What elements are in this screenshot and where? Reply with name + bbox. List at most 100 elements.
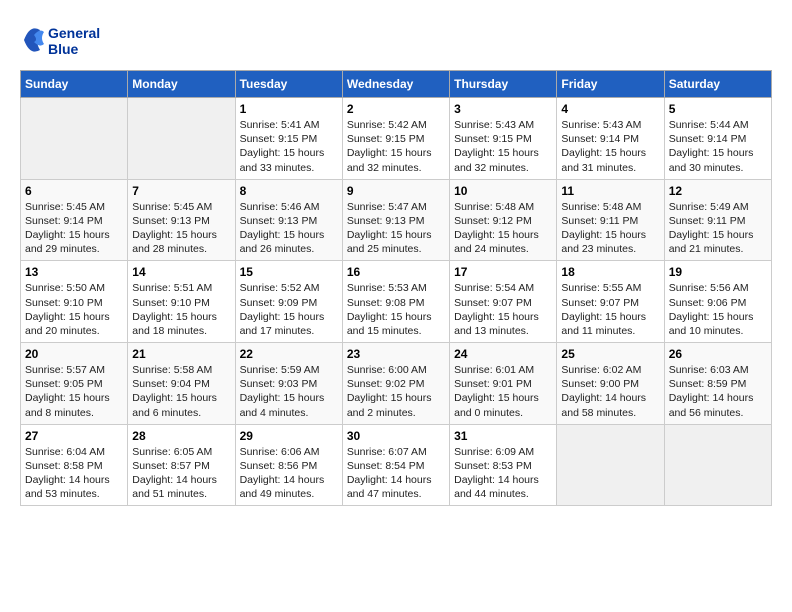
cell-sun-info: Sunrise: 5:42 AMSunset: 9:15 PMDaylight:… [347,118,445,175]
calendar-cell: 23 Sunrise: 6:00 AMSunset: 9:02 PMDayligh… [342,343,449,425]
day-number: 11 [561,184,659,198]
day-number: 16 [347,265,445,279]
day-number: 12 [669,184,767,198]
calendar-week-row: 1Sunrise: 5:41 AMSunset: 9:15 PMDaylight… [21,98,772,180]
cell-sun-info: Sunrise: 6:01 AMSunset: 9:01 PMDaylight:… [454,363,552,420]
cell-sun-info: Sunrise: 5:52 AMSunset: 9:09 PMDaylight:… [240,281,338,338]
page-header: GeneralBlue [20,20,772,60]
calendar-cell: 9 Sunrise: 5:47 AMSunset: 9:13 PMDaylight… [342,179,449,261]
day-number: 28 [132,429,230,443]
cell-sun-info: Sunrise: 6:02 AMSunset: 9:00 PMDaylight:… [561,363,659,420]
cell-sun-info: Sunrise: 5:50 AMSunset: 9:10 PMDaylight:… [25,281,123,338]
day-number: 6 [25,184,123,198]
calendar-table: SundayMondayTuesdayWednesdayThursdayFrid… [20,70,772,506]
calendar-cell: 8 Sunrise: 5:46 AMSunset: 9:13 PMDaylight… [235,179,342,261]
day-number: 17 [454,265,552,279]
weekday-header-wednesday: Wednesday [342,71,449,98]
svg-text:Blue: Blue [48,41,79,57]
weekday-header-monday: Monday [128,71,235,98]
cell-sun-info: Sunrise: 5:46 AMSunset: 9:13 PMDaylight:… [240,200,338,257]
calendar-cell: 24 Sunrise: 6:01 AMSunset: 9:01 PMDayligh… [450,343,557,425]
calendar-cell [21,98,128,180]
calendar-week-row: 20Sunrise: 5:57 AMSunset: 9:05 PMDayligh… [21,343,772,425]
weekday-header-sunday: Sunday [21,71,128,98]
day-number: 7 [132,184,230,198]
day-number: 23 [347,347,445,361]
calendar-cell: 1Sunrise: 5:41 AMSunset: 9:15 PMDaylight… [235,98,342,180]
calendar-cell: 4Sunrise: 5:43 AMSunset: 9:14 PMDaylight… [557,98,664,180]
cell-sun-info: Sunrise: 6:07 AMSunset: 8:54 PMDaylight:… [347,445,445,502]
calendar-cell: 6 Sunrise: 5:45 AMSunset: 9:14 PMDaylight… [21,179,128,261]
day-number: 27 [25,429,123,443]
day-number: 24 [454,347,552,361]
day-number: 30 [347,429,445,443]
calendar-week-row: 27 Sunrise: 6:04 AMSunset: 8:58 PMDayligh… [21,424,772,506]
calendar-cell: 18 Sunrise: 5:55 AMSunset: 9:07 PMDayligh… [557,261,664,343]
day-number: 2 [347,102,445,116]
cell-sun-info: Sunrise: 5:45 AMSunset: 9:14 PMDaylight:… [25,200,123,257]
day-number: 14 [132,265,230,279]
calendar-cell: 28 Sunrise: 6:05 AMSunset: 8:57 PMDayligh… [128,424,235,506]
weekday-header-row: SundayMondayTuesdayWednesdayThursdayFrid… [21,71,772,98]
calendar-cell: 30 Sunrise: 6:07 AMSunset: 8:54 PMDayligh… [342,424,449,506]
weekday-header-saturday: Saturday [664,71,771,98]
day-number: 19 [669,265,767,279]
cell-sun-info: Sunrise: 5:44 AMSunset: 9:14 PMDaylight:… [669,118,767,175]
day-number: 26 [669,347,767,361]
cell-sun-info: Sunrise: 5:59 AMSunset: 9:03 PMDaylight:… [240,363,338,420]
calendar-cell: 25 Sunrise: 6:02 AMSunset: 9:00 PMDayligh… [557,343,664,425]
weekday-header-thursday: Thursday [450,71,557,98]
calendar-cell: 7Sunrise: 5:45 AMSunset: 9:13 PMDaylight… [128,179,235,261]
cell-sun-info: Sunrise: 6:05 AMSunset: 8:57 PMDaylight:… [132,445,230,502]
cell-sun-info: Sunrise: 5:41 AMSunset: 9:15 PMDaylight:… [240,118,338,175]
day-number: 9 [347,184,445,198]
calendar-cell: 27 Sunrise: 6:04 AMSunset: 8:58 PMDayligh… [21,424,128,506]
cell-sun-info: Sunrise: 5:53 AMSunset: 9:08 PMDaylight:… [347,281,445,338]
cell-sun-info: Sunrise: 6:04 AMSunset: 8:58 PMDaylight:… [25,445,123,502]
calendar-cell [557,424,664,506]
cell-sun-info: Sunrise: 6:06 AMSunset: 8:56 PMDaylight:… [240,445,338,502]
calendar-cell [128,98,235,180]
logo-svg: GeneralBlue [20,20,110,60]
calendar-cell: 17Sunrise: 5:54 AMSunset: 9:07 PMDayligh… [450,261,557,343]
weekday-header-tuesday: Tuesday [235,71,342,98]
cell-sun-info: Sunrise: 5:47 AMSunset: 9:13 PMDaylight:… [347,200,445,257]
day-number: 25 [561,347,659,361]
logo: GeneralBlue [20,20,110,60]
calendar-cell: 14 Sunrise: 5:51 AMSunset: 9:10 PMDayligh… [128,261,235,343]
cell-sun-info: Sunrise: 5:56 AMSunset: 9:06 PMDaylight:… [669,281,767,338]
calendar-cell: 10 Sunrise: 5:48 AMSunset: 9:12 PMDayligh… [450,179,557,261]
cell-sun-info: Sunrise: 6:00 AMSunset: 9:02 PMDaylight:… [347,363,445,420]
day-number: 8 [240,184,338,198]
cell-sun-info: Sunrise: 6:03 AMSunset: 8:59 PMDaylight:… [669,363,767,420]
cell-sun-info: Sunrise: 5:43 AMSunset: 9:15 PMDaylight:… [454,118,552,175]
calendar-cell: 20Sunrise: 5:57 AMSunset: 9:05 PMDayligh… [21,343,128,425]
day-number: 13 [25,265,123,279]
calendar-cell [664,424,771,506]
calendar-cell: 22 Sunrise: 5:59 AMSunset: 9:03 PMDayligh… [235,343,342,425]
weekday-header-friday: Friday [557,71,664,98]
cell-sun-info: Sunrise: 5:58 AMSunset: 9:04 PMDaylight:… [132,363,230,420]
day-number: 15 [240,265,338,279]
day-number: 5 [669,102,767,116]
calendar-cell: 21Sunrise: 5:58 AMSunset: 9:04 PMDayligh… [128,343,235,425]
day-number: 4 [561,102,659,116]
calendar-cell: 12 Sunrise: 5:49 AMSunset: 9:11 PMDayligh… [664,179,771,261]
calendar-cell: 26 Sunrise: 6:03 AMSunset: 8:59 PMDayligh… [664,343,771,425]
calendar-week-row: 6 Sunrise: 5:45 AMSunset: 9:14 PMDaylight… [21,179,772,261]
day-number: 3 [454,102,552,116]
cell-sun-info: Sunrise: 5:48 AMSunset: 9:12 PMDaylight:… [454,200,552,257]
calendar-cell: 15 Sunrise: 5:52 AMSunset: 9:09 PMDayligh… [235,261,342,343]
cell-sun-info: Sunrise: 5:49 AMSunset: 9:11 PMDaylight:… [669,200,767,257]
day-number: 18 [561,265,659,279]
calendar-cell: 13 Sunrise: 5:50 AMSunset: 9:10 PMDayligh… [21,261,128,343]
cell-sun-info: Sunrise: 5:48 AMSunset: 9:11 PMDaylight:… [561,200,659,257]
day-number: 10 [454,184,552,198]
svg-text:General: General [48,25,100,41]
day-number: 22 [240,347,338,361]
calendar-cell: 29Sunrise: 6:06 AMSunset: 8:56 PMDayligh… [235,424,342,506]
calendar-cell: 2 Sunrise: 5:42 AMSunset: 9:15 PMDaylight… [342,98,449,180]
cell-sun-info: Sunrise: 5:51 AMSunset: 9:10 PMDaylight:… [132,281,230,338]
cell-sun-info: Sunrise: 5:57 AMSunset: 9:05 PMDaylight:… [25,363,123,420]
cell-sun-info: Sunrise: 5:55 AMSunset: 9:07 PMDaylight:… [561,281,659,338]
